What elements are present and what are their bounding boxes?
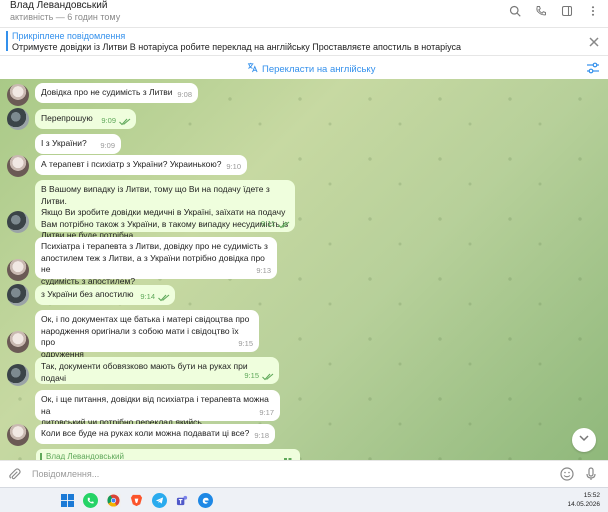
chevron-down-icon bbox=[578, 431, 590, 449]
whatsapp-icon[interactable] bbox=[83, 493, 98, 508]
telegram-icon[interactable] bbox=[152, 493, 167, 508]
read-ticks-icon bbox=[158, 294, 170, 302]
quote-icon bbox=[284, 452, 292, 461]
clock-time: 15:52 bbox=[583, 492, 600, 499]
chat-header: Влад Левандовський активність — 6 годин … bbox=[0, 0, 608, 26]
pinned-message-bar[interactable]: Прикріплене повідомлення Отримуєте довід… bbox=[0, 27, 608, 54]
message-text: з України без апостилю bbox=[41, 289, 134, 299]
message-bubble[interactable]: з України без апостилю 9:14 bbox=[35, 285, 175, 305]
pinned-accent-bar bbox=[6, 31, 8, 51]
message-text: Довідка про не судимість з Литви bbox=[41, 87, 173, 97]
message-bubble[interactable]: А терапевт і психіатр з України? Украинь… bbox=[35, 155, 247, 175]
message-input[interactable]: Повідомлення... bbox=[32, 469, 99, 479]
contact-status: активність — 6 годин тому bbox=[10, 12, 121, 22]
message-line: Вам потрібно також з України, в такому в… bbox=[41, 218, 289, 229]
message-bubble[interactable]: Довідка про не судимість з Литви 9:08 bbox=[35, 83, 198, 103]
read-ticks-icon bbox=[278, 221, 290, 229]
translate-label: Перекласти на англійську bbox=[262, 63, 376, 75]
message-text: А терапевт і психіатр з України? Украинь… bbox=[41, 159, 222, 169]
translate-bar: Перекласти на англійську bbox=[0, 55, 608, 79]
message-line: Психіатра і терапевта з Литви, довідку п… bbox=[41, 241, 268, 251]
header-actions bbox=[508, 4, 600, 18]
brave-icon[interactable] bbox=[129, 493, 144, 508]
avatar[interactable] bbox=[7, 259, 29, 281]
message-composer: Повідомлення... bbox=[0, 460, 608, 487]
message-text: Коли все буде на руках коли можна подава… bbox=[41, 428, 250, 438]
message-time: 9:08 bbox=[177, 89, 192, 99]
edge-icon[interactable] bbox=[198, 493, 213, 508]
system-clock[interactable]: 15:52 14.05.2026 bbox=[567, 491, 600, 509]
message-bubble[interactable]: І з України? 9:09 bbox=[35, 134, 121, 154]
avatar[interactable] bbox=[7, 211, 29, 233]
message-time: 9:13 bbox=[256, 265, 271, 275]
translate-icon bbox=[247, 62, 258, 76]
close-icon[interactable] bbox=[588, 35, 600, 47]
read-ticks-icon bbox=[119, 118, 131, 126]
message-text: Перепрошую bbox=[41, 113, 93, 123]
taskbar-apps bbox=[60, 493, 213, 508]
message-line: Ок, і по документах ще батька і матері с… bbox=[41, 314, 250, 324]
message-text: Так, документи обовязково мають бути на … bbox=[41, 361, 248, 383]
windows-start-icon[interactable] bbox=[60, 493, 75, 508]
message-bubble[interactable]: Ок, і по документах ще батька і матері с… bbox=[35, 310, 259, 359]
chat-history[interactable]: Довідка про не судимість з Литви 9:08 Пе… bbox=[0, 79, 608, 460]
message-bubble[interactable]: Так, документи обовязково мають бути на … bbox=[35, 357, 279, 384]
message-line: народження оригінали з собою мати і свід… bbox=[41, 325, 239, 348]
translate-button[interactable]: Перекласти на англійську bbox=[247, 62, 375, 76]
clock-date: 14.05.2026 bbox=[567, 501, 600, 508]
teams-icon[interactable] bbox=[175, 493, 190, 508]
message-time: 9:18 bbox=[254, 430, 269, 440]
message-line: Ок, і ще питання, довідки від психіатра … bbox=[41, 394, 269, 416]
message-line: В Вашому випадку із Литви, тому що Ви на… bbox=[41, 184, 270, 206]
pinned-text: Отримуєте довідки із Литви В нотаріуса р… bbox=[12, 42, 462, 52]
avatar[interactable] bbox=[7, 284, 29, 306]
attach-icon[interactable] bbox=[8, 468, 21, 481]
message-line: апостилем теж з Литви, а з України потрі… bbox=[41, 252, 265, 275]
os-taskbar: 15:52 14.05.2026 bbox=[0, 487, 608, 512]
emoji-icon[interactable] bbox=[560, 467, 574, 481]
message-time: 9:11 bbox=[260, 218, 275, 228]
sidebar-toggle-icon[interactable] bbox=[560, 4, 574, 18]
avatar[interactable] bbox=[7, 108, 29, 130]
message-bubble[interactable]: Психіатра і терапевта з Литви, довідку п… bbox=[35, 237, 277, 286]
avatar[interactable] bbox=[7, 84, 29, 106]
message-bubble[interactable]: Коли все буде на руках коли можна подава… bbox=[35, 424, 275, 444]
message-time: 9:10 bbox=[226, 161, 241, 171]
message-time: 9:17 bbox=[259, 407, 274, 417]
translate-settings-icon[interactable] bbox=[586, 61, 600, 75]
message-bubble[interactable]: В Вашому випадку із Литви, тому що Ви на… bbox=[35, 180, 295, 240]
avatar[interactable] bbox=[7, 364, 29, 386]
message-bubble[interactable]: Ок, і ще питання, довідки від психіатра … bbox=[35, 390, 280, 427]
message-time: 9:09 bbox=[101, 115, 116, 125]
chrome-icon[interactable] bbox=[106, 493, 121, 508]
message-line: Якщо Ви зробите довідки медичні в Україн… bbox=[41, 207, 286, 217]
search-icon[interactable] bbox=[508, 4, 522, 18]
read-ticks-icon bbox=[262, 373, 274, 381]
pinned-title: Прикріплене повідомлення bbox=[12, 31, 126, 41]
message-text: І з України? bbox=[41, 138, 87, 148]
avatar[interactable] bbox=[7, 155, 29, 177]
phone-icon[interactable] bbox=[534, 4, 548, 18]
message-bubble[interactable]: Перепрошую 9:09 bbox=[35, 109, 136, 129]
contact-name[interactable]: Влад Левандовський bbox=[10, 0, 107, 11]
avatar[interactable] bbox=[7, 331, 29, 353]
message-time: 9:14 bbox=[140, 291, 155, 301]
message-time: 9:09 bbox=[100, 140, 115, 150]
scroll-down-button[interactable] bbox=[572, 428, 596, 452]
avatar[interactable] bbox=[7, 424, 29, 446]
message-time: 9:15 bbox=[244, 370, 259, 380]
message-time: 9:15 bbox=[238, 338, 253, 348]
microphone-icon[interactable] bbox=[584, 467, 598, 481]
more-icon[interactable] bbox=[586, 4, 600, 18]
